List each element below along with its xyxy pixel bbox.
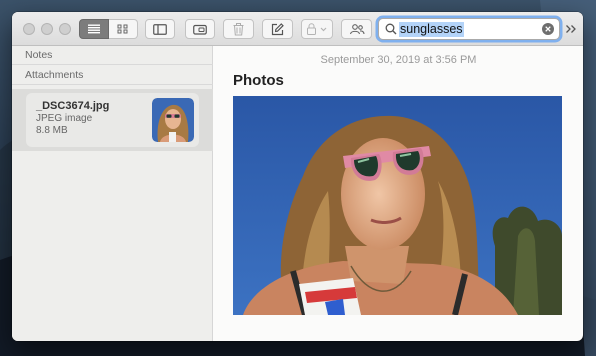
attachment-card[interactable]: _DSC3674.jpg JPEG image 8.8 MB [26,93,199,147]
attachment-kind: JPEG image [36,113,93,124]
sidebar-section-notes[interactable]: Notes [12,46,213,65]
note-title[interactable]: Photos [233,72,284,89]
search-icon [385,23,397,35]
attached-photo[interactable] [233,96,562,315]
attachment-size: 8.8 MB [36,125,68,136]
attachment-filename: _DSC3674.jpg [36,100,110,112]
sidebar-toggle-icon [153,23,167,35]
search-field[interactable]: sunglasses [378,18,560,40]
attachment-list-item[interactable]: _DSC3674.jpg JPEG image 8.8 MB [12,89,213,151]
clear-icon[interactable] [542,23,554,35]
notes-window: sunglasses Notes Attachments _DSC3674.jp… [12,12,583,341]
attachment-thumbnail [152,98,194,142]
close-window-button[interactable] [23,23,35,35]
list-view-icon [88,24,100,34]
sidebar: Notes Attachments _DSC3674.jpg JPEG imag… [12,46,213,341]
photo-image [233,96,562,315]
search-input[interactable]: sunglasses [399,22,464,37]
sidebar-section-attachments[interactable]: Attachments [12,66,213,85]
lock-note-button[interactable] [301,19,333,39]
toolbar: sunglasses [12,12,583,46]
note-editor[interactable]: September 30, 2019 at 3:56 PM Photos [214,46,583,341]
toolbar-overflow-button[interactable] [565,22,579,36]
minimize-window-button[interactable] [41,23,53,35]
gallery-view-icon [117,24,128,34]
attachments-browser-button[interactable] [185,19,215,39]
delete-button[interactable] [223,19,254,39]
lock-icon [307,23,327,35]
trash-icon [233,22,244,35]
list-view-button[interactable] [79,19,109,39]
add-people-button[interactable] [341,19,372,39]
compose-icon [271,22,284,35]
attachments-browser-icon [193,24,207,35]
note-date: September 30, 2019 at 3:56 PM [320,54,477,66]
gallery-view-button[interactable] [109,19,138,39]
toggle-sidebar-button[interactable] [145,19,175,39]
new-note-button[interactable] [262,19,293,39]
share-people-icon [349,24,365,35]
zoom-window-button[interactable] [59,23,71,35]
overflow-icon [566,25,576,33]
